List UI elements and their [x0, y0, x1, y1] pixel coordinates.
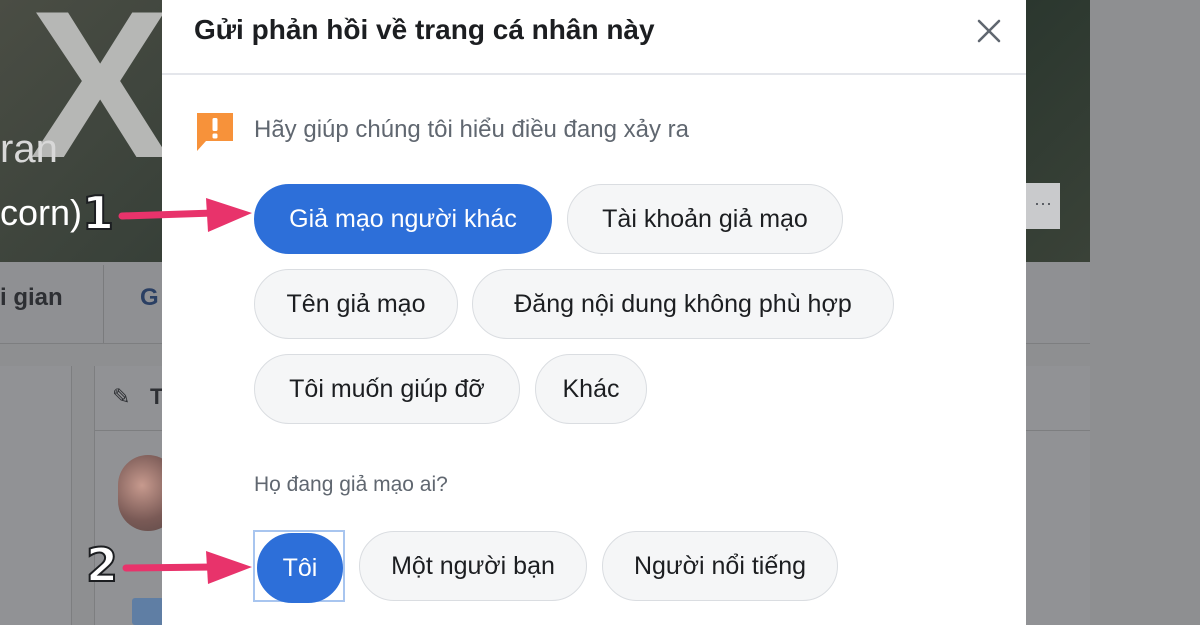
nav-divider	[103, 265, 104, 343]
target-chip-celebrity[interactable]: Người nổi tiếng	[602, 531, 838, 601]
reason-chip-fake-account[interactable]: Tài khoản giả mạo	[567, 184, 843, 254]
page-margin	[1090, 0, 1200, 625]
intro-card	[0, 366, 72, 625]
close-button[interactable]	[970, 12, 1008, 50]
profile-alt-name: corn)	[0, 192, 83, 233]
hint-text: Hãy giúp chúng tôi hiểu điều đang xảy ra	[254, 116, 689, 143]
step-number-1: 1	[81, 185, 115, 241]
photo-icon	[132, 598, 164, 625]
feedback-dialog: Gửi phản hồi về trang cá nhân này Hãy gi…	[162, 0, 1026, 625]
reason-chip-want-help[interactable]: Tôi muốn giúp đỡ	[254, 354, 520, 424]
pencil-icon: ✎	[112, 384, 131, 409]
reason-chip-impersonating[interactable]: Giả mạo người khác	[254, 184, 552, 254]
dialog-header: Gửi phản hồi về trang cá nhân này	[162, 0, 1026, 75]
close-icon	[977, 19, 1001, 43]
target-chip-friend[interactable]: Một người bạn	[359, 531, 587, 601]
step-number-2: 2	[85, 537, 119, 593]
arrow-icon	[118, 198, 252, 232]
nav-item-about: G	[140, 284, 159, 311]
more-options-button: ···	[1026, 183, 1060, 229]
dialog-title: Gửi phản hồi về trang cá nhân này	[194, 14, 655, 45]
arrow-icon	[122, 551, 252, 584]
profile-name: ran	[0, 127, 58, 171]
exclamation-bubble-icon	[197, 113, 233, 151]
impersonation-question: Họ đang giả mạo ai?	[254, 473, 448, 496]
nav-item-timeline: i gian	[0, 284, 63, 311]
target-chip-me[interactable]: Tôi	[257, 533, 343, 603]
reason-chip-other[interactable]: Khác	[535, 354, 647, 424]
reason-chip-fake-name[interactable]: Tên giả mạo	[254, 269, 458, 339]
reason-chip-inappropriate-content[interactable]: Đăng nội dung không phù hợp	[472, 269, 894, 339]
